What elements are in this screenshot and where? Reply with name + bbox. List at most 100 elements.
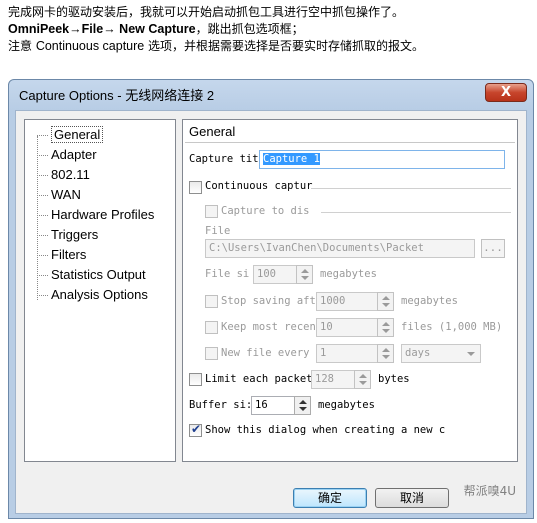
intro-line-3: 注意 Continuous capture 选项，并根据需要选择是否要实时存储抓… (8, 38, 424, 55)
tree-item-filters[interactable]: Filters (37, 246, 86, 264)
capture-to-disk-label: Capture to dis (221, 205, 310, 217)
tree-item-label: Analysis Options (51, 287, 148, 302)
tree-item-label: Filters (51, 247, 87, 262)
tree-item-statistics-output[interactable]: Statistics Output (37, 266, 146, 284)
file-size-unit: megabytes (320, 268, 377, 280)
intro-file: File (81, 22, 104, 36)
spin-down-icon (382, 303, 390, 307)
spin-down-icon (382, 355, 390, 359)
tree-item-label: WAN (51, 187, 81, 202)
spin-up-icon (301, 269, 309, 273)
buffer-size-input[interactable]: 16 (251, 396, 295, 415)
tree-item-label: General (51, 126, 104, 143)
capture-title-value: Capture 1 (263, 153, 320, 165)
spin-down-icon (299, 407, 307, 411)
file-label: File (205, 225, 231, 237)
watermark: 帮派嗅4U (463, 484, 516, 498)
tree-item-analysis-options[interactable]: Analysis Options (37, 286, 148, 304)
group-divider (321, 212, 511, 213)
browse-button[interactable]: ... (481, 239, 505, 258)
tree-item-label: Adapter (51, 147, 97, 162)
buffer-size-spinner[interactable] (294, 396, 311, 415)
keep-recent-spinner[interactable] (377, 318, 394, 337)
limit-packet-unit: bytes (378, 373, 410, 385)
stop-saving-label: Stop saving aft (221, 295, 316, 307)
tree-item-adapter[interactable]: Adapter (37, 146, 97, 164)
limit-packet-spinner[interactable] (354, 370, 371, 389)
show-dialog-checkbox[interactable]: ✔ (189, 422, 202, 437)
window-title: Capture Options - 无线网络连接 2 (19, 87, 215, 103)
spin-up-icon (382, 322, 390, 326)
stop-saving-checkbox[interactable] (205, 295, 218, 308)
spin-down-icon (359, 381, 367, 385)
keep-recent-unit: files (1,000 MB) (401, 321, 503, 333)
new-file-unit-select[interactable]: days (401, 344, 481, 363)
limit-packet-input[interactable]: 128 (311, 370, 355, 389)
stop-saving-input[interactable]: 1000 (316, 292, 378, 311)
file-size-input[interactable]: 100 (253, 265, 297, 284)
tree-item-label: 802.11 (51, 167, 90, 182)
file-path-input[interactable]: C:\Users\IvanChen\Documents\Packet (205, 239, 475, 258)
continuous-capture-checkbox[interactable] (189, 181, 202, 194)
keep-recent-label: Keep most recen (221, 321, 316, 333)
spin-up-icon (382, 296, 390, 300)
new-file-checkbox[interactable] (205, 347, 218, 360)
close-button[interactable]: X (485, 83, 527, 102)
new-file-label: New file every (221, 347, 310, 359)
intro-keyword: Continuous capture (35, 39, 145, 53)
spin-up-icon (359, 374, 367, 378)
tree-item-hardware-profiles[interactable]: Hardware Profiles (37, 206, 154, 224)
group-divider (311, 188, 511, 189)
show-dialog-label: Show this dialog when creating a new c (205, 424, 446, 436)
limit-packet-checkbox[interactable] (189, 373, 202, 386)
spin-up-icon (382, 348, 390, 352)
tree-item-wan[interactable]: WAN (37, 186, 81, 204)
tree-item-802-11[interactable]: 802.11 (37, 166, 90, 184)
intro-text: 完成网卡的驱动安装后，我就可以开始启动抓包工具进行空中抓包操作了。 OmniPe… (8, 4, 424, 55)
intro-app-name: OmniPeek (8, 22, 70, 36)
capture-options-dialog: Capture Options - 无线网络连接 2 X General Ada… (8, 79, 534, 519)
tree-item-general[interactable]: General (37, 126, 104, 144)
intro-arrow: → (103, 22, 116, 36)
new-file-spinner[interactable] (377, 344, 394, 363)
options-tree: General Adapter 802.11 WAN Hardware Prof… (24, 119, 176, 462)
new-file-input[interactable]: 1 (316, 344, 378, 363)
stop-saving-unit: megabytes (401, 295, 458, 307)
limit-packet-label: Limit each packet (205, 373, 313, 385)
intro-line-2: OmniPeek→File→ New Capture，跳出抓包选项框； (8, 21, 424, 38)
title-bar[interactable]: Capture Options - 无线网络连接 2 (9, 80, 533, 108)
spin-down-icon (301, 276, 309, 280)
new-file-unit-value: days (405, 347, 431, 359)
intro-line-1: 完成网卡的驱动安装后，我就可以开始启动抓包工具进行空中抓包操作了。 (8, 5, 405, 19)
keep-recent-checkbox[interactable] (205, 321, 218, 334)
general-page: General Capture tit Capture 1 Continuous… (182, 119, 518, 462)
ok-button[interactable]: 确定 (293, 488, 367, 508)
capture-title-input[interactable]: Capture 1 (259, 150, 505, 169)
chevron-down-icon (467, 352, 475, 356)
intro-command: New Capture (115, 22, 196, 36)
cancel-button[interactable]: 取消 (375, 488, 449, 508)
tree-item-label: Triggers (51, 227, 99, 242)
keep-recent-input[interactable]: 10 (316, 318, 378, 337)
intro-arrow: → (69, 22, 82, 36)
tree-item-label: Statistics Output (51, 267, 146, 282)
checkmark-icon: ✔ (191, 422, 202, 436)
spin-up-icon (299, 400, 307, 404)
intro-line-3-post: 选项，并根据需要选择是否要实时存储抓取的报文。 (144, 39, 425, 53)
file-size-label: File si (205, 268, 250, 280)
stop-saving-spinner[interactable] (377, 292, 394, 311)
file-size-spinner[interactable] (296, 265, 313, 284)
continuous-capture-label: Continuous captur (205, 180, 313, 192)
capture-title-label: Capture tit (189, 153, 259, 165)
capture-to-disk-checkbox[interactable] (205, 205, 218, 218)
intro-line-2-rest: ，跳出抓包选项框； (195, 22, 304, 36)
buffer-size-unit: megabytes (318, 399, 375, 411)
tree-item-label: Hardware Profiles (51, 207, 155, 222)
tree-item-triggers[interactable]: Triggers (37, 226, 98, 244)
divider (185, 142, 515, 143)
page-title: General (189, 124, 236, 139)
spin-down-icon (382, 329, 390, 333)
dialog-client: General Adapter 802.11 WAN Hardware Prof… (15, 110, 527, 514)
buffer-size-label: Buffer si: (189, 399, 253, 411)
intro-line-3-pre: 注意 (8, 39, 36, 53)
